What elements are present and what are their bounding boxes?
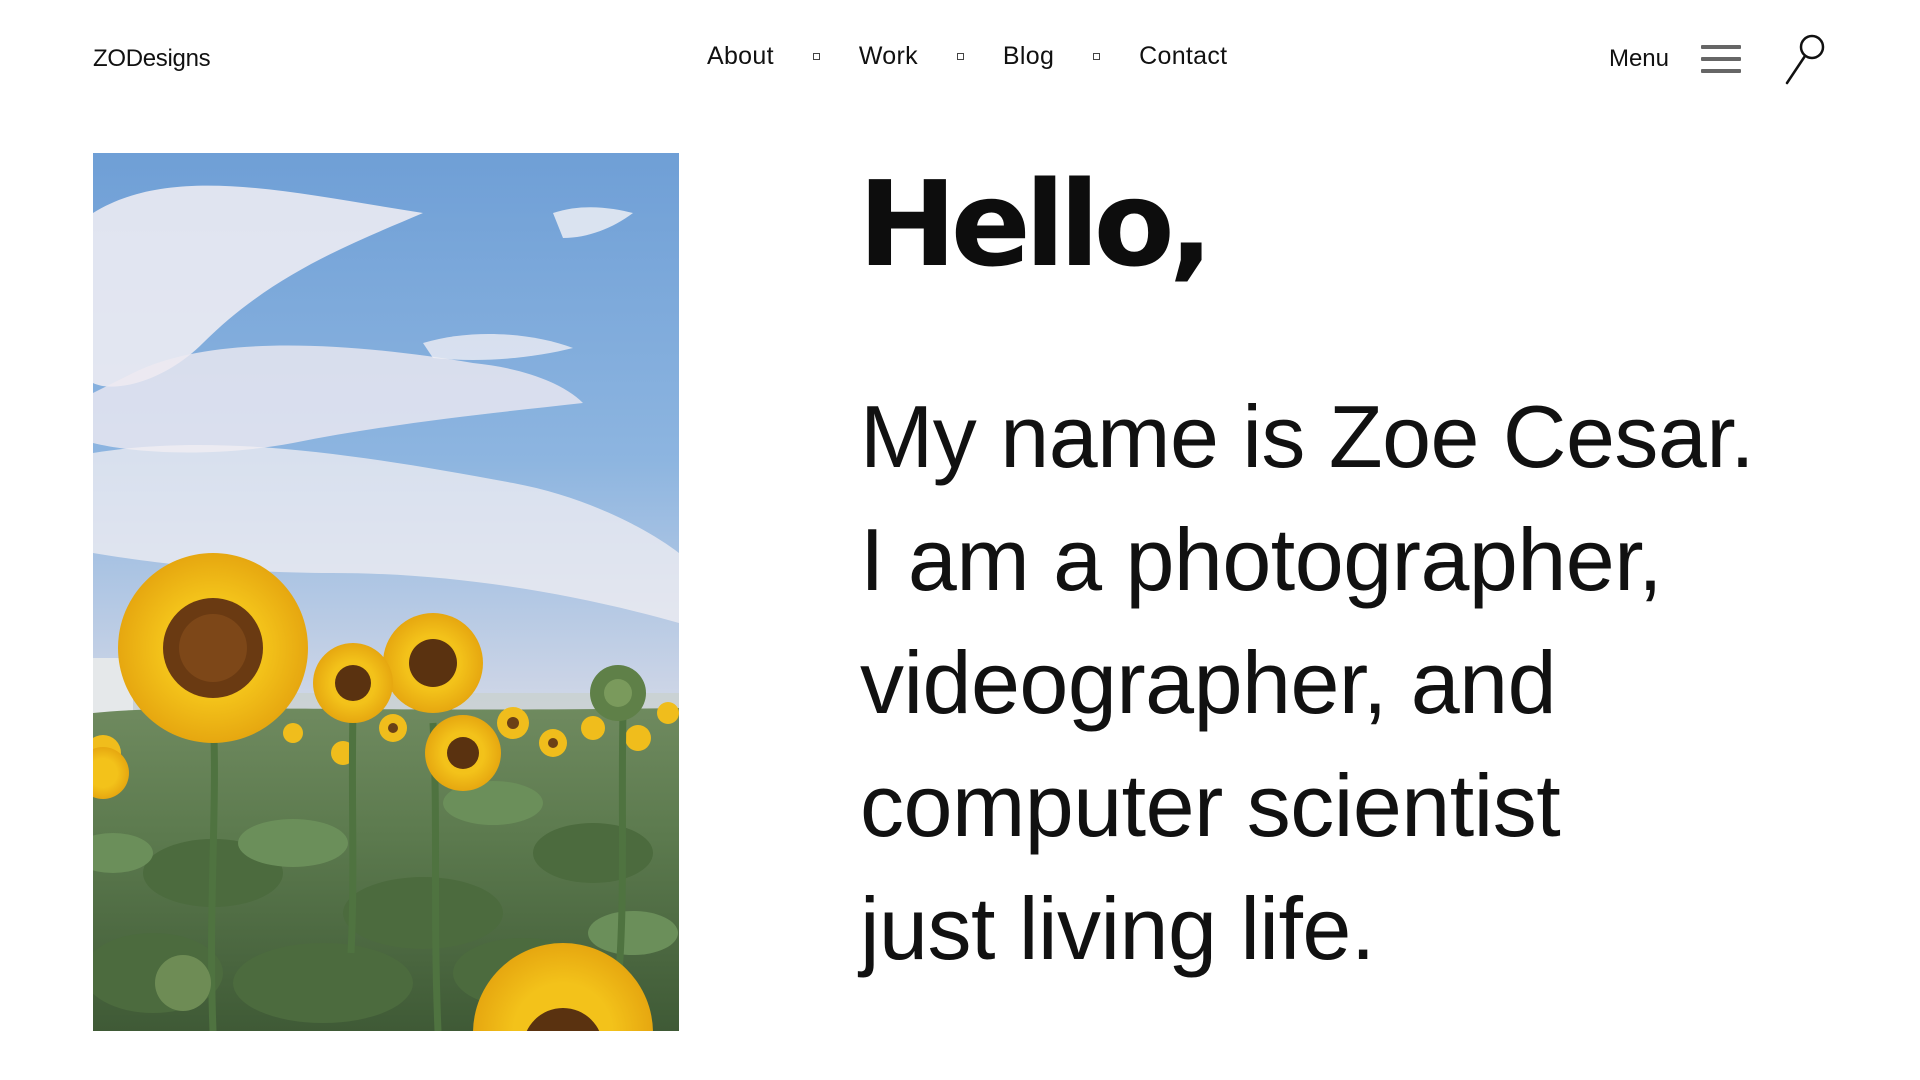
header-actions: Menu: [1609, 33, 1827, 85]
page: ZODesigns About Work Blog Contact Menu H…: [0, 0, 1920, 1080]
square-bullet-icon: [956, 53, 964, 60]
intro-line: My name is Zoe Cesar.: [860, 387, 1755, 486]
nav-link-contact[interactable]: Contact: [1139, 42, 1227, 71]
site-logo[interactable]: ZODesigns: [93, 45, 211, 73]
sunflower-field-photo: [93, 153, 679, 1031]
search-icon[interactable]: [1783, 33, 1827, 85]
intro-line: I am a photographer,: [860, 510, 1663, 609]
square-bullet-icon: [812, 53, 820, 60]
menu-label[interactable]: Menu: [1609, 45, 1669, 73]
nav-link-about[interactable]: About: [707, 42, 774, 71]
main-nav: About Work Blog Contact: [707, 42, 1227, 71]
nav-link-work[interactable]: Work: [859, 42, 918, 71]
site-header: ZODesigns About Work Blog Contact Menu: [93, 28, 1827, 92]
intro-line: just living life.: [860, 879, 1375, 978]
hero-greeting: Hello,: [858, 155, 1214, 293]
intro-line: videographer, and: [860, 633, 1557, 732]
hamburger-line: [1701, 57, 1741, 61]
nav-link-blog[interactable]: Blog: [1003, 42, 1054, 71]
hamburger-icon[interactable]: [1701, 45, 1741, 73]
square-bullet-icon: [1093, 53, 1101, 60]
hero-intro: My name is Zoe Cesar. I am a photographe…: [860, 375, 1840, 990]
intro-line: computer scientist: [860, 756, 1561, 855]
hamburger-line: [1701, 45, 1741, 49]
hamburger-line: [1701, 69, 1741, 73]
